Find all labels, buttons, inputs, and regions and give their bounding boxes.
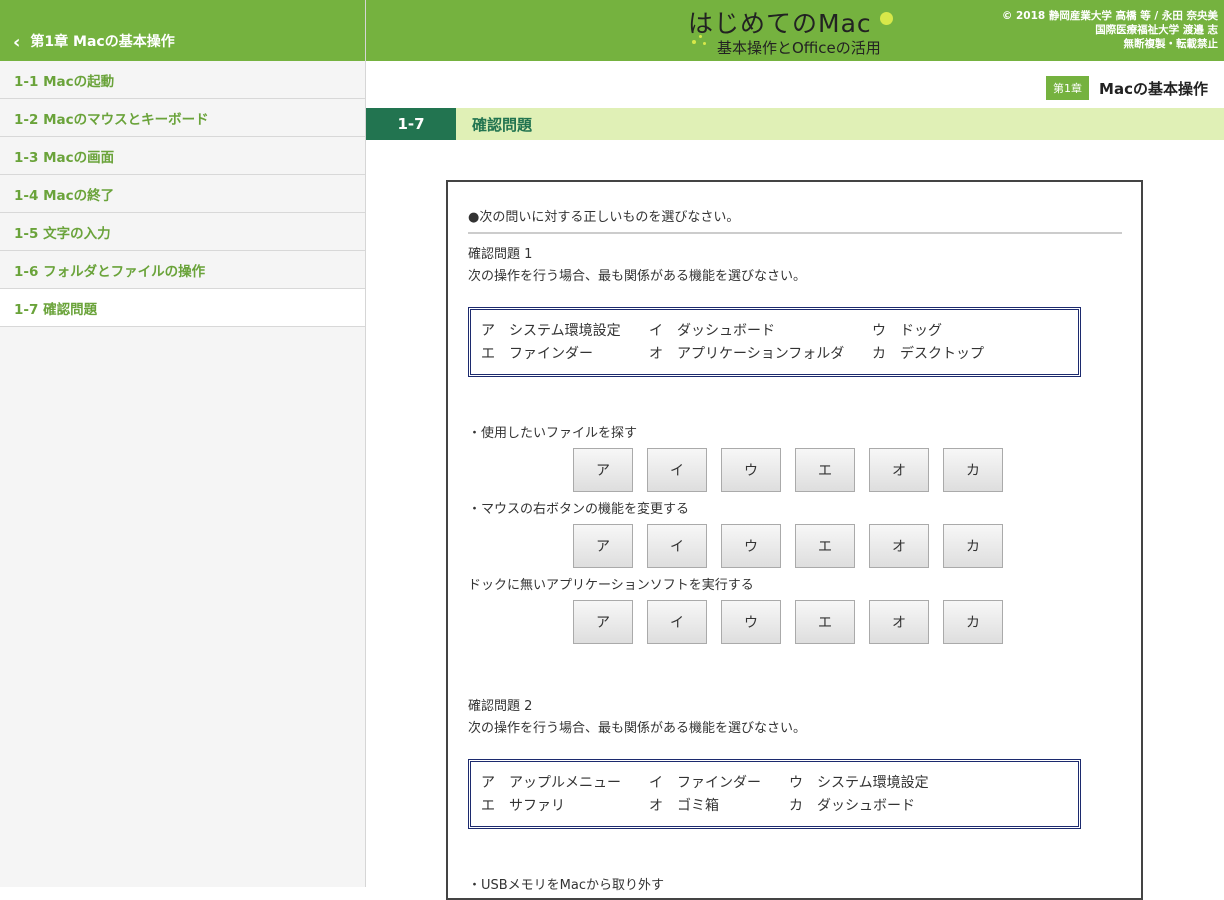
sidebar-item-1-1[interactable]: 1-1 Macの起動: [0, 61, 365, 99]
sidebar-item-1-6[interactable]: 1-6 フォルダとファイルの操作: [0, 251, 365, 289]
sidebar-item-1-3[interactable]: 1-3 Macの画面: [0, 137, 365, 175]
sidebar-item-1-5[interactable]: 1-5 文字の入力: [0, 213, 365, 251]
question-1-choices: アシステム環境設定 イダッシュボード ウドッグ エファインダー オアプリケーショ…: [468, 307, 1081, 377]
answer-button-o[interactable]: オ: [869, 600, 929, 644]
sidebar: ‹ 第1章 Macの基本操作 1-1 Macの起動 1-2 Macのマウスとキー…: [0, 0, 366, 887]
section-title: 確認問題: [472, 115, 533, 134]
answer-button-e[interactable]: エ: [795, 524, 855, 568]
choice-option: ウシステム環境設定: [789, 775, 929, 791]
task-text: ・使用したいファイルを探す: [468, 426, 638, 441]
divider: [468, 232, 1122, 234]
answer-button-a[interactable]: ア: [573, 448, 633, 492]
answer-button-ka[interactable]: カ: [943, 524, 1003, 568]
choice-option: イファインダー: [649, 775, 761, 791]
choice-option: エサファリ: [481, 798, 565, 814]
question-2-prompt: 次の操作を行う場合、最も関係がある機能を選びなさい。: [468, 721, 807, 736]
logo-dot-decoration: [703, 42, 706, 45]
answer-button-a[interactable]: ア: [573, 600, 633, 644]
answer-button-i[interactable]: イ: [647, 448, 707, 492]
copyright-line: © 2018 静岡産業大学 高橋 等 / 永田 奈央美: [1001, 10, 1218, 22]
site-logo[interactable]: はじめてのMac 基本操作とOfficeの活用: [688, 4, 903, 60]
question-1-title: 確認問題 1: [468, 247, 533, 262]
logo-dot-decoration: [880, 12, 893, 25]
answer-button-u[interactable]: ウ: [721, 448, 781, 492]
choice-option: ウドッグ: [872, 323, 942, 339]
choice-option: アアップルメニュー: [481, 775, 621, 791]
logo-dot-decoration: [692, 40, 696, 44]
chapter-back-label: 第1章 Macの基本操作: [30, 34, 175, 50]
sidebar-item-1-2[interactable]: 1-2 Macのマウスとキーボード: [0, 99, 365, 137]
choice-option: カデスクトップ: [872, 346, 984, 362]
logo-dot-decoration: [699, 35, 702, 38]
answer-button-i[interactable]: イ: [647, 524, 707, 568]
chapter-heading: 第1章 Macの基本操作: [1046, 76, 1208, 100]
answer-button-ka[interactable]: カ: [943, 600, 1003, 644]
answer-button-o[interactable]: オ: [869, 448, 929, 492]
sidebar-item-1-7[interactable]: 1-7 確認問題: [0, 289, 365, 327]
chapter-title: Macの基本操作: [1099, 79, 1208, 98]
logo-subtitle: 基本操作とOfficeの活用: [717, 39, 881, 57]
copyright-line: 無断複製・転載禁止: [1123, 38, 1219, 50]
answer-button-i[interactable]: イ: [647, 600, 707, 644]
choice-option: オアプリケーションフォルダ: [649, 346, 845, 362]
answer-button-ka[interactable]: カ: [943, 448, 1003, 492]
task-text: ・マウスの右ボタンの機能を変更する: [468, 502, 690, 517]
task-text: ドックに無いアプリケーションソフトを実行する: [468, 578, 754, 593]
answer-button-e[interactable]: エ: [795, 600, 855, 644]
chapter-back-button[interactable]: ‹ 第1章 Macの基本操作: [0, 0, 365, 61]
task-text: ・USBメモリをMacから取り外す: [468, 878, 665, 893]
top-header: はじめてのMac 基本操作とOfficeの活用 © 2018 静岡産業大学 高橋…: [366, 0, 1224, 61]
choice-option: エファインダー: [481, 346, 593, 362]
logo-title: はじめてのMac: [688, 9, 872, 38]
choice-option: カダッシュボード: [789, 798, 915, 814]
question-2-choices: アアップルメニュー イファインダー ウシステム環境設定 エサファリ オゴミ箱 カ…: [468, 759, 1081, 829]
quiz-instruction: ●次の問いに対する正しいものを選びなさい。: [468, 210, 740, 225]
answer-button-u[interactable]: ウ: [721, 524, 781, 568]
choice-option: イダッシュボード: [649, 323, 775, 339]
chevron-left-icon: ‹: [13, 32, 21, 53]
choice-option: アシステム環境設定: [481, 323, 621, 339]
answer-button-a[interactable]: ア: [573, 524, 633, 568]
answer-button-o[interactable]: オ: [869, 524, 929, 568]
chapter-badge: 第1章: [1046, 76, 1090, 100]
section-bar: 1-7 確認問題: [366, 108, 1224, 140]
question-1-prompt: 次の操作を行う場合、最も関係がある機能を選びなさい。: [468, 269, 807, 284]
answer-button-e[interactable]: エ: [795, 448, 855, 492]
copyright-line: 国際医療福祉大学 渡邉 志: [1095, 24, 1218, 36]
choice-option: オゴミ箱: [649, 798, 719, 814]
sidebar-item-1-4[interactable]: 1-4 Macの終了: [0, 175, 365, 213]
copyright-notice: © 2018 静岡産業大学 高橋 等 / 永田 奈央美 国際医療福祉大学 渡邉 …: [1002, 9, 1218, 51]
quiz-panel: ●次の問いに対する正しいものを選びなさい。 確認問題 1 次の操作を行う場合、最…: [446, 180, 1143, 900]
answer-button-u[interactable]: ウ: [721, 600, 781, 644]
question-2-title: 確認問題 2: [468, 699, 533, 714]
section-number: 1-7: [366, 108, 456, 140]
